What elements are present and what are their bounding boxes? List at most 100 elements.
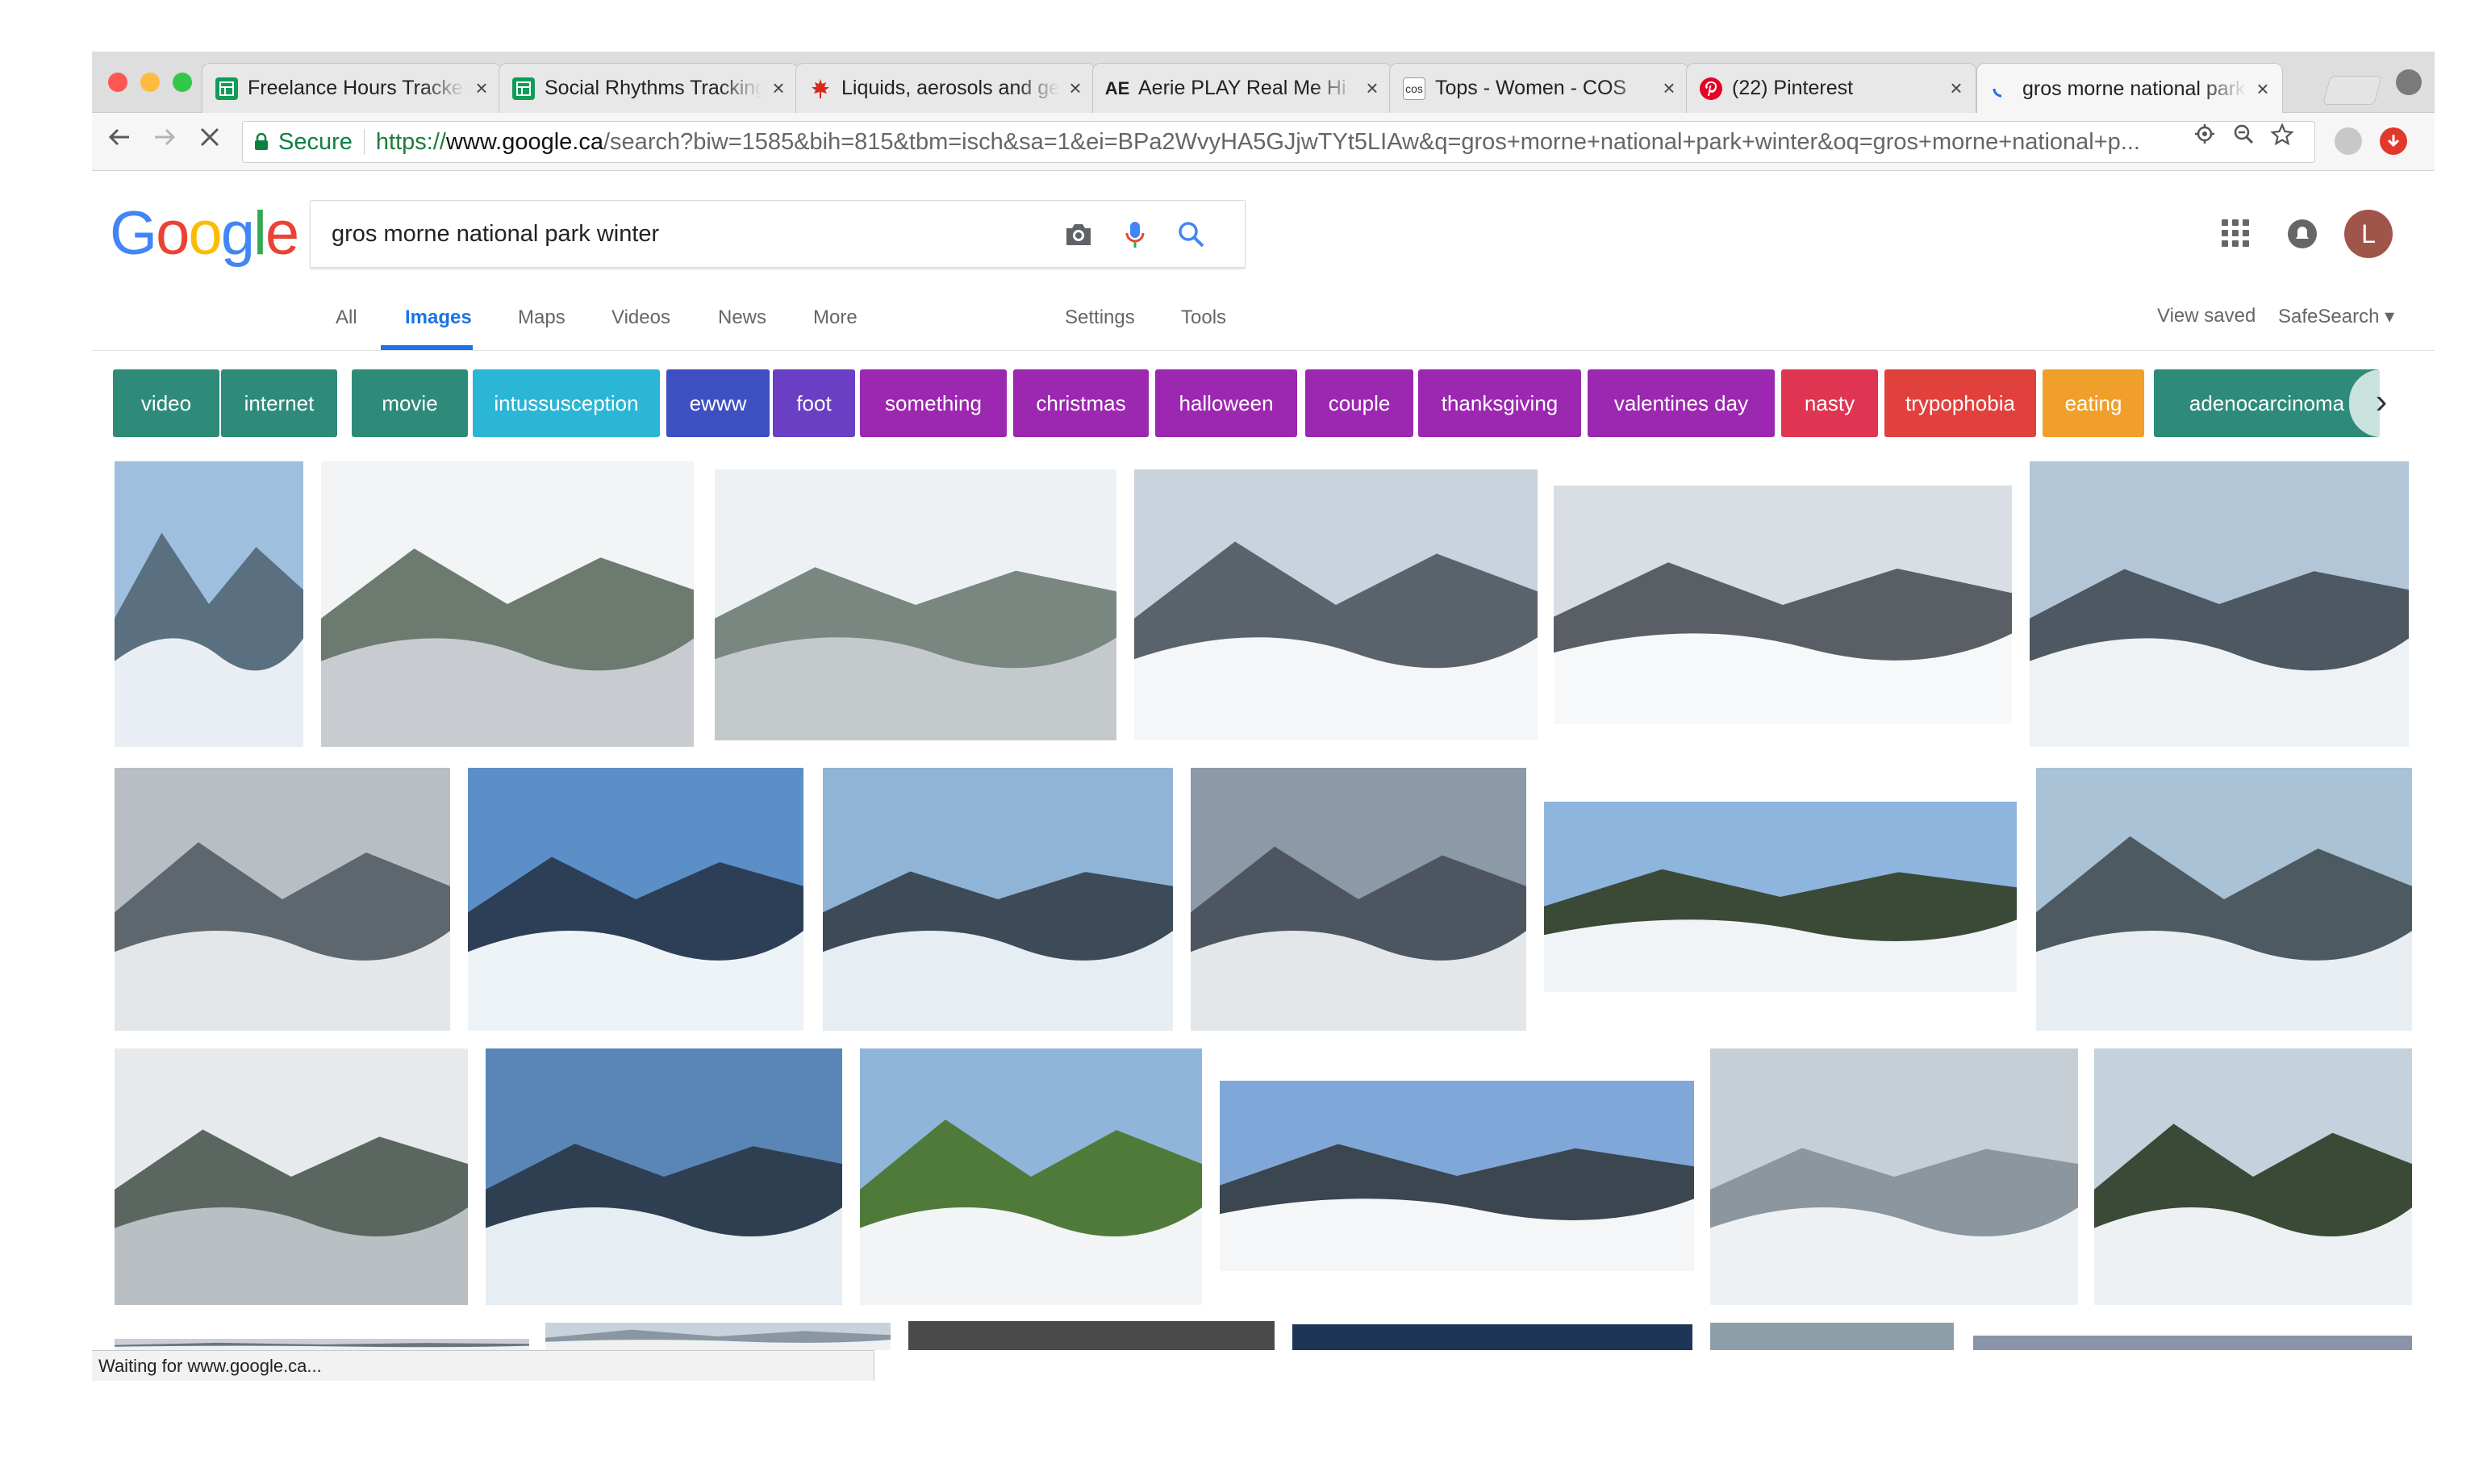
image-result-partial-thumb-1[interactable] — [115, 1339, 529, 1350]
close-window-icon[interactable] — [108, 73, 127, 92]
image-result-snow-trail-snowshoer[interactable] — [715, 469, 1116, 740]
chip-ewww[interactable]: ewww — [666, 369, 770, 437]
image-result-partial-thumb-2[interactable] — [545, 1323, 891, 1350]
image-result-blue-fjord-wide[interactable] — [486, 1048, 842, 1305]
tab-all[interactable]: All — [336, 306, 357, 329]
image-result-foggy-fjord-valley[interactable] — [115, 768, 450, 1031]
image-result-snowy-trees-hiker[interactable] — [115, 1048, 468, 1305]
tab-maps[interactable]: Maps — [518, 306, 565, 329]
tab-videos[interactable]: Videos — [611, 306, 670, 329]
close-tab-icon[interactable]: × — [1066, 76, 1085, 101]
tab-cos[interactable]: cos Tops - Women - COS × — [1389, 63, 1689, 113]
minimize-window-icon[interactable] — [140, 73, 160, 92]
image-result-couple-snowmobile-suits[interactable] — [1554, 486, 2012, 724]
image-result-mountain-snow-valley[interactable] — [1134, 469, 1538, 740]
image-result-snowshoers-red-jackets[interactable] — [1544, 802, 2017, 992]
chip-internet[interactable]: internet — [221, 369, 337, 437]
microphone-icon[interactable] — [1117, 217, 1153, 252]
chip-intussusception[interactable]: intussusception — [473, 369, 660, 437]
view-saved-link[interactable]: View saved — [2157, 305, 2256, 327]
chip-halloween[interactable]: halloween — [1155, 369, 1297, 437]
tab-title: Liquids, aerosols and gels — [841, 77, 1059, 99]
location-icon[interactable] — [2193, 123, 2217, 147]
chip-something[interactable]: something — [860, 369, 1007, 437]
tab-google-search[interactable]: gros morne national park winter × — [1976, 63, 2283, 114]
browser-toolbar: Secure https://www.google.ca/search?biw=… — [92, 113, 2435, 171]
tab-social-rhythms[interactable]: Social Rhythms Tracking × — [499, 63, 799, 113]
close-tab-icon[interactable]: × — [472, 76, 491, 101]
image-result-coastal-ice-rocks[interactable] — [2036, 768, 2412, 1031]
close-tab-icon[interactable]: × — [2253, 77, 2272, 102]
chip-couple[interactable]: couple — [1305, 369, 1413, 437]
settings-link[interactable]: Settings — [1065, 306, 1135, 329]
image-result-placeholder-slate[interactable] — [1973, 1336, 2412, 1350]
header-divider — [92, 350, 2435, 351]
profile-icon[interactable] — [2396, 69, 2422, 95]
search-icon[interactable] — [1174, 217, 1209, 252]
zoom-window-icon[interactable] — [173, 73, 192, 92]
google-logo[interactable]: Google — [110, 198, 299, 269]
image-result-snow-slope-texture[interactable] — [1710, 1048, 2078, 1305]
image-result-placeholder-grey-blue[interactable] — [1710, 1323, 1954, 1350]
tab-freelance-hours[interactable]: Freelance Hours Tracker × — [202, 63, 502, 113]
chip-trypophobia[interactable]: trypophobia — [1884, 369, 2036, 437]
chip-valentines-day[interactable]: valentines day — [1588, 369, 1775, 437]
image-result-placeholder-navy[interactable] — [1292, 1324, 1692, 1350]
tools-link[interactable]: Tools — [1181, 306, 1226, 329]
tab-news[interactable]: News — [718, 306, 766, 329]
zoom-icon[interactable] — [2231, 123, 2256, 147]
image-result-snow-forest-skier[interactable] — [321, 461, 694, 747]
tab-images[interactable]: Images — [405, 306, 472, 329]
stop-loading-icon[interactable] — [194, 124, 226, 156]
close-tab-icon[interactable]: × — [1659, 76, 1679, 101]
image-result-fat-bike-riders[interactable] — [2094, 1048, 2412, 1305]
tab-title: Tops - Women - COS — [1435, 77, 1627, 99]
image-result-fjord-snow-cliffs[interactable] — [823, 768, 1173, 1031]
image-result-grey-sky-fjord[interactable] — [1191, 768, 1526, 1031]
chip-nasty[interactable]: nasty — [1781, 369, 1878, 437]
tab-liquids-aerosols[interactable]: Liquids, aerosols and gels × — [795, 63, 1095, 113]
close-tab-icon[interactable]: × — [769, 76, 788, 101]
apps-grid-icon[interactable] — [2222, 219, 2249, 247]
chip-eating[interactable]: eating — [2043, 369, 2144, 437]
sheets-icon — [512, 77, 535, 100]
forward-icon[interactable] — [148, 124, 181, 156]
image-result-snowmobile-jump[interactable] — [1220, 1081, 1694, 1271]
address-bar[interactable]: Secure https://www.google.ca/search?biw=… — [242, 121, 2315, 163]
url-scheme: https:// — [375, 128, 446, 155]
tab-pinterest[interactable]: (22) Pinterest × — [1686, 63, 1976, 113]
chip-movie[interactable]: movie — [352, 369, 468, 437]
image-result-snowy-boardwalk-lake[interactable] — [115, 461, 303, 747]
image-result-placeholder-dark-grey[interactable] — [908, 1321, 1275, 1350]
notifications-icon[interactable] — [2288, 219, 2317, 248]
tab-more[interactable]: More — [813, 306, 858, 329]
bookmark-star-icon[interactable] — [2270, 123, 2294, 147]
url-path: /search?biw=1585&bih=815&tbm=isch&sa=1&e… — [603, 128, 2140, 155]
extension-icon[interactable] — [2335, 127, 2362, 155]
sheets-icon — [215, 77, 238, 100]
image-result-green-fjord-summer[interactable] — [860, 1048, 1202, 1305]
url-host: www.google.ca — [445, 128, 603, 155]
safesearch-dropdown[interactable]: SafeSearch ▾ — [2278, 305, 2394, 328]
adblock-icon[interactable] — [2380, 127, 2407, 155]
chevron-right-icon[interactable]: › — [2349, 369, 2414, 437]
chip-video[interactable]: video — [113, 369, 219, 437]
logo-letter: e — [265, 199, 299, 268]
close-tab-icon[interactable]: × — [1947, 76, 1966, 101]
account-avatar[interactable]: L — [2344, 210, 2393, 258]
chip-christmas[interactable]: christmas — [1013, 369, 1149, 437]
camera-icon[interactable] — [1061, 217, 1096, 252]
image-result-skiers-blue-lake[interactable] — [468, 768, 803, 1031]
logo-letter: l — [252, 199, 267, 268]
chip-adenocarcinoma[interactable]: adenocarcinoma — [2154, 369, 2380, 437]
search-input[interactable] — [332, 215, 1041, 252]
tab-aerie[interactable]: AE Aerie PLAY Real Me Hi × — [1092, 63, 1392, 113]
url-text: https://www.google.ca/search?biw=1585&bi… — [376, 129, 2140, 156]
image-result-climber-cliff-fjord[interactable] — [2030, 461, 2409, 747]
new-tab-button[interactable] — [2322, 76, 2382, 105]
chip-foot[interactable]: foot — [773, 369, 855, 437]
back-icon[interactable] — [103, 124, 136, 156]
chip-thanksgiving[interactable]: thanksgiving — [1418, 369, 1581, 437]
close-tab-icon[interactable]: × — [1363, 76, 1382, 101]
related-chips: video internet movie intussusception ewww foo… — [113, 369, 2420, 439]
